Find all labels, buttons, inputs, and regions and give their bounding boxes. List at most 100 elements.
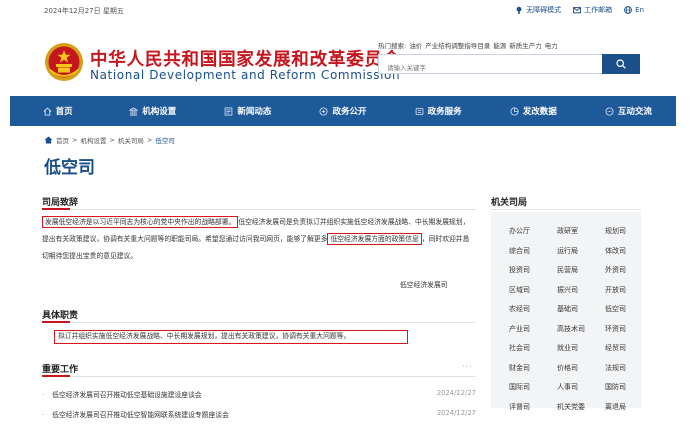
sidebar-department-link[interactable]: 价格司 (557, 359, 605, 379)
hot-keyword[interactable]: 产业结构调整指导目录 (425, 42, 490, 50)
sidebar-department-link[interactable]: 综合司 (509, 242, 557, 262)
departments-grid: 办公厅 政研室 规划司 综合司 运行局 体改司 投资司 民营局 外资司 区域司 振兴司 开放司 农经司基… (491, 222, 641, 417)
sidebar-department-link[interactable]: 体改司 (605, 242, 653, 262)
nav-label: 新闻动态 (237, 107, 272, 117)
open-icon (319, 106, 328, 116)
accessibility-link[interactable]: 无障碍模式 (515, 5, 561, 15)
breadcrumb: 首页 > 机构设置 > 机关司局 > 低空司 (44, 135, 175, 145)
sidebar-divider (491, 209, 641, 210)
sidebar-department-link[interactable]: 高技术司 (557, 320, 605, 340)
nav-label: 发改数据 (522, 107, 557, 117)
section-heading-duties: 具体职责 (42, 311, 79, 321)
news-item[interactable]: · 低空经济发展司召开推动低空智能网联系统建设专题座谈会 2024/12/27 (42, 409, 476, 419)
nav-label: 首页 (55, 107, 73, 117)
hot-keyword[interactable]: 油价 (409, 42, 422, 50)
nav-label: 政务服务 (427, 107, 462, 117)
news-title[interactable]: 低空经济发展司召开推动低空基础设施建设座谈会 (52, 391, 202, 399)
hot-keyword[interactable]: 电力 (545, 42, 558, 50)
more-link[interactable]: ··· (462, 362, 473, 371)
news-title[interactable]: 低空经济发展司召开推动低空智能网联系统建设专题座谈会 (52, 411, 229, 419)
sidebar-departments: 办公厅 政研室 规划司 综合司 运行局 体改司 投资司 民营局 外资司 区域司 振兴司 开放司 农经司基… (491, 212, 641, 411)
site-header: 中华人民共和国国家发展和改革委员会 National Development a… (0, 22, 696, 96)
section-accent (42, 321, 70, 323)
sidebar-department-link[interactable]: 国际司 (509, 378, 557, 398)
globe-icon (624, 6, 633, 14)
sidebar-department-link[interactable]: 政研室 (557, 222, 605, 242)
english-link[interactable]: En (624, 5, 644, 15)
nav-item-gov-service[interactable]: 政务服务 (391, 96, 486, 126)
work-mail-link[interactable]: 工作邮箱 (573, 5, 612, 15)
sidebar-department-link[interactable]: 运行局 (557, 242, 605, 262)
nav-item-interaction[interactable]: 互动交流 (581, 96, 676, 126)
breadcrumb-separator: > (72, 136, 78, 144)
highlighted-text: 低空经济发展方面的政策信息 (327, 233, 422, 245)
search-button[interactable] (602, 54, 640, 74)
nav-item-institutions[interactable]: 机构设置 (105, 96, 200, 126)
breadcrumb-item[interactable]: 首页 (56, 135, 69, 145)
home-icon (43, 106, 51, 116)
nav-label: 互动交流 (617, 107, 652, 117)
sidebar-department-link[interactable]: 民营局 (557, 261, 605, 281)
highlighted-text: 发展低空经济是以习近平同志为核心的党中央作出的战略部署。 (42, 216, 239, 228)
english-label: En (635, 6, 644, 14)
sidebar-department-link[interactable]: 离退局 (605, 398, 653, 418)
search-icon (616, 59, 626, 69)
breadcrumb-item[interactable]: 机构设置 (80, 135, 106, 145)
sidebar-department-link[interactable]: 投资司 (509, 261, 557, 281)
bullet: · (42, 391, 45, 399)
nav-item-data[interactable]: 发改数据 (486, 96, 581, 126)
sidebar-department-link[interactable]: 低空司 (605, 300, 653, 320)
nav-item-gov-open[interactable]: 政务公开 (295, 96, 390, 126)
sidebar-department-link[interactable]: 农经司 (509, 300, 557, 320)
utility-links: 无障碍模式 工作邮箱 En (515, 5, 644, 15)
home-icon[interactable] (44, 136, 53, 144)
breadcrumb-separator: > (109, 136, 115, 144)
sidebar-department-link[interactable]: 环资司 (605, 320, 653, 340)
nav-item-home[interactable]: 首页 (10, 96, 105, 126)
section-divider (42, 208, 476, 210)
section-divider (42, 321, 476, 323)
current-date: 2024年12月27日 星期五 (44, 7, 124, 15)
chat-icon (605, 106, 614, 116)
sidebar-department-link[interactable]: 机关党委 (557, 398, 605, 418)
sidebar-department-link[interactable]: 办公厅 (509, 222, 557, 242)
sidebar-heading: 机关司局 (491, 198, 528, 208)
sidebar-department-link[interactable]: 开放司 (605, 281, 653, 301)
section-heading-intro: 司局致辞 (42, 198, 79, 208)
sidebar-department-link[interactable]: 区域司 (509, 281, 557, 301)
sidebar-department-link[interactable]: 财金司 (509, 359, 557, 379)
sidebar-department-link[interactable]: 国防司 (605, 378, 653, 398)
hot-keyword[interactable]: 能源 (493, 42, 506, 50)
sidebar-department-link[interactable]: 规划司 (605, 222, 653, 242)
nav-item-news[interactable]: 新闻动态 (200, 96, 295, 126)
section-heading-work: 重要工作 (42, 365, 79, 375)
sidebar-department-link[interactable]: 外资司 (605, 261, 653, 281)
national-emblem-icon[interactable] (44, 42, 84, 82)
sidebar-department-link[interactable]: 人事司 (557, 378, 605, 398)
sidebar-department-link[interactable]: 评督司 (509, 398, 557, 418)
duties-text: 拟订并组织实施低空经济发展战略、中长期发展规划，提出有关政策建议，协调有关重大问… (54, 330, 408, 344)
breadcrumb-current: 低空司 (155, 137, 175, 145)
breadcrumb-item[interactable]: 机关司局 (118, 135, 144, 145)
sidebar-department-link[interactable]: 社会司 (509, 339, 557, 359)
nav-label: 政务公开 (332, 107, 367, 117)
hot-search-label: 热门搜索: (378, 42, 407, 50)
hot-keyword[interactable]: 新质生产力 (509, 42, 542, 50)
search-input[interactable] (379, 59, 599, 77)
work-mail-label: 工作邮箱 (584, 6, 613, 14)
nav-label: 机构设置 (142, 107, 177, 117)
section-divider (42, 375, 476, 377)
sidebar-department-link[interactable]: 经贸司 (605, 339, 653, 359)
bullet: · (42, 411, 45, 419)
section-accent (42, 208, 70, 210)
news-date: 2024/12/27 (436, 409, 476, 417)
news-item[interactable]: · 低空经济发展司召开推动低空基础设施建设座谈会 2024/12/27 (42, 389, 476, 399)
main-nav: 首页 机构设置 新闻动态 政务公开 政务服务 发改数据 互动交流 (10, 96, 676, 126)
search-box (378, 54, 640, 77)
sidebar-department-link[interactable]: 振兴司 (557, 281, 605, 301)
sidebar-department-link[interactable]: 法规司 (605, 359, 653, 379)
sidebar-department-link[interactable]: 产业司 (509, 320, 557, 340)
news-icon (225, 106, 233, 116)
sidebar-department-link[interactable]: 基础司 (557, 300, 605, 320)
sidebar-department-link[interactable]: 就业司 (557, 339, 605, 359)
